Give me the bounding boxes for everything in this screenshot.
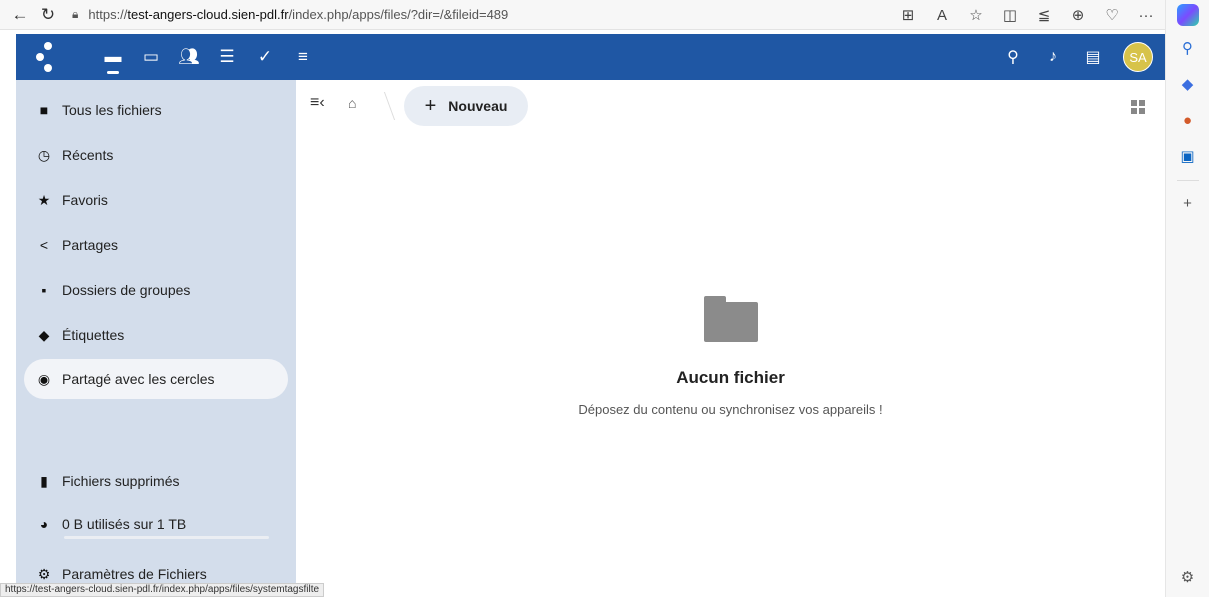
deck-app-icon[interactable]: ☰	[208, 34, 246, 80]
search-icon[interactable]: ⚲	[1003, 47, 1023, 67]
files-navigation: ■ Tous les fichiers ◷ Récents ★ Favoris …	[16, 80, 296, 597]
sidebar-item-shares[interactable]: < Partages	[24, 225, 288, 265]
folder-icon: ■	[39, 102, 49, 118]
outlook-icon[interactable]: ▣	[1174, 142, 1202, 170]
add-icon[interactable]: +	[1174, 189, 1202, 217]
contacts-menu-icon[interactable]: ▤	[1083, 47, 1103, 67]
sidebar-item-label: Favoris	[62, 192, 108, 208]
sidebar-item-label: Dossiers de groupes	[62, 282, 191, 298]
contacts-app-icon[interactable]: 👥︎	[170, 34, 208, 80]
copilot-icon[interactable]	[1176, 4, 1199, 26]
collections-icon[interactable]: ⊕	[1067, 6, 1089, 24]
circles-icon: ◉	[37, 370, 51, 387]
pie-chart-icon: ◕	[39, 516, 49, 532]
breadcrumb-separator	[370, 92, 396, 120]
app-header: ▬ ▭ 👥︎ ☰ ✓ ≡ ⚲ ♪ ▤ SA	[16, 34, 1165, 80]
clock-icon: ◷	[37, 146, 51, 163]
more-menu-icon[interactable]: ···	[1135, 7, 1157, 24]
star-icon: ★	[37, 191, 51, 208]
list-app-icon[interactable]: ≡	[284, 34, 322, 80]
browser-essentials-icon[interactable]: ♡	[1101, 6, 1123, 24]
calendar-app-icon[interactable]: ▭	[132, 34, 170, 80]
office-icon[interactable]: ●	[1174, 106, 1202, 134]
url-prefix: https://	[88, 7, 128, 22]
plus-icon: +	[424, 94, 437, 117]
sidebar-item-circles[interactable]: ◉ Partagé avec les cercles	[24, 359, 288, 399]
nextcloud-logo[interactable]	[34, 34, 94, 80]
empty-folder-icon	[703, 296, 758, 342]
sidebar-item-trash[interactable]: ▮ Fichiers supprimés	[24, 461, 288, 501]
status-bar-url: https://test-angers-cloud.sien-pdl.fr/in…	[0, 583, 325, 597]
tag-icon: ◆	[38, 326, 50, 343]
group-folder-icon: ▪	[41, 282, 47, 298]
tasks-app-icon[interactable]: ✓	[246, 34, 284, 80]
back-arrow-icon[interactable]: ←	[6, 1, 34, 29]
rail-divider	[1176, 180, 1199, 181]
edge-sidebar: ⚲ ◆ ● ▣ + ⚙	[1165, 0, 1209, 597]
empty-description: Déposez du contenu ou synchronisez vos a…	[578, 402, 883, 417]
quota-label: 0 B utilisés sur 1 TB	[62, 516, 187, 532]
sidebar-item-label: Étiquettes	[62, 327, 125, 343]
files-app-icon[interactable]: ▬	[94, 34, 132, 80]
empty-title: Aucun fichier	[676, 368, 785, 387]
sidebar-item-tags[interactable]: ◆ Étiquettes	[24, 315, 288, 355]
url-path: /index.php/apps/files/?dir=/&fileid=489	[288, 7, 509, 22]
app-available-icon[interactable]: ⊞	[897, 6, 919, 24]
search-icon[interactable]: ⚲	[1174, 34, 1202, 62]
reload-icon[interactable]: ↻	[34, 1, 62, 29]
favorite-star-icon[interactable]: ☆	[965, 6, 987, 24]
sidebar-item-all-files[interactable]: ■ Tous les fichiers	[24, 90, 288, 130]
shopping-tag-icon[interactable]: ◆	[1174, 70, 1202, 98]
url-domain: test-angers-cloud.sien-pdl.fr	[127, 7, 289, 22]
new-button[interactable]: + Nouveau	[404, 86, 528, 126]
new-button-label: Nouveau	[448, 98, 508, 114]
sidebar-item-label: Partages	[62, 237, 119, 253]
browser-toolbar: ← ↻ 🔒︎ https://test-angers-cloud.sien-pd…	[0, 0, 1165, 30]
sidebar-item-label: Paramètres de Fichiers	[62, 566, 207, 582]
sidebar-item-label: Fichiers supprimés	[62, 473, 180, 489]
address-bar[interactable]: 🔒︎ https://test-angers-cloud.sien-pdl.fr…	[72, 2, 712, 28]
settings-gear-icon[interactable]: ⚙	[1174, 563, 1202, 591]
files-toolbar: ≡‹ ⌂ + Nouveau	[296, 86, 1165, 126]
trash-icon: ▮	[40, 472, 48, 489]
toggle-navigation-icon[interactable]: ≡‹	[310, 94, 325, 112]
favorites-list-icon[interactable]: ≦	[1033, 6, 1055, 24]
avatar[interactable]: SA	[1123, 42, 1153, 72]
sidebar-item-recent[interactable]: ◷ Récents	[24, 135, 288, 175]
sidebar-item-group-folders[interactable]: ▪ Dossiers de groupes	[24, 270, 288, 310]
sidebar-item-favorites[interactable]: ★ Favoris	[24, 180, 288, 220]
site-info-icon[interactable]: 🔒︎	[72, 7, 78, 22]
empty-content: Aucun fichier Déposez du contenu ou sync…	[296, 296, 1165, 417]
sidebar-item-label: Tous les fichiers	[62, 102, 162, 118]
gear-icon: ⚙	[37, 565, 51, 582]
split-screen-icon[interactable]: ◫	[999, 6, 1021, 24]
files-main: ≡‹ ⌂ + Nouveau Aucun fichier Déposez du …	[296, 80, 1165, 597]
notifications-bell-icon[interactable]: ♪	[1043, 48, 1063, 66]
quota-progress-bar	[64, 536, 269, 539]
grid-view-icon[interactable]	[1131, 100, 1145, 114]
home-icon[interactable]: ⌂	[348, 95, 356, 111]
sidebar-item-label: Partagé avec les cercles	[62, 371, 215, 387]
sidebar-item-label: Récents	[62, 147, 114, 163]
share-icon: <	[39, 237, 49, 253]
read-aloud-icon[interactable]: A	[931, 7, 953, 24]
